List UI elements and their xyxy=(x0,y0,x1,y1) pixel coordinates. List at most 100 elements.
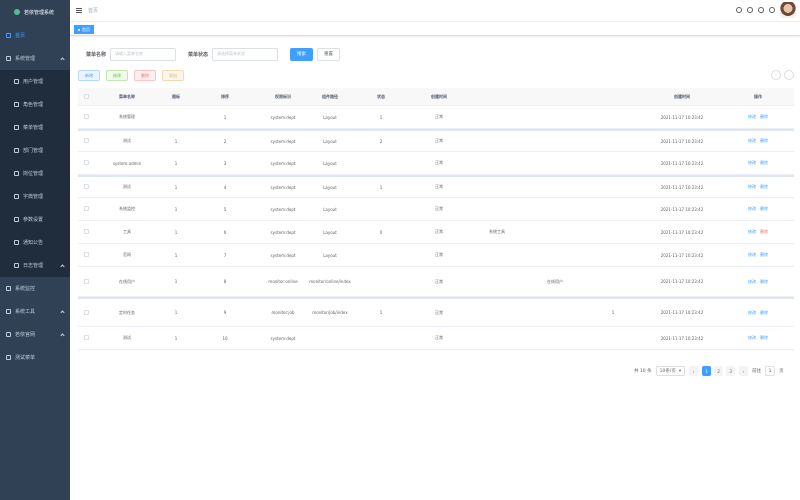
sidebar-item[interactable]: 部门管理 xyxy=(0,139,70,162)
row-edit-button[interactable]: 修改 xyxy=(748,206,756,211)
sidebar-item[interactable]: 系统监控 xyxy=(0,277,70,300)
edit-button[interactable]: 修改 xyxy=(106,70,128,81)
row-edit-button[interactable]: 修改 xyxy=(748,138,756,143)
cell-icon: 1 xyxy=(174,310,178,315)
row-checkbox[interactable] xyxy=(83,114,89,119)
row-checkbox[interactable] xyxy=(83,206,89,211)
hamburger-icon[interactable] xyxy=(76,8,82,13)
table-row[interactable]: 定时任务 1 9 monitor:job monitor/job/index 1 正常 1 20… xyxy=(78,297,794,327)
github-icon[interactable] xyxy=(747,7,753,13)
cell-c7: 正常 xyxy=(435,138,443,143)
table-row[interactable]: 测试 1 2 system:dept Layout 2 正常 2021-11-17 10:23… xyxy=(78,129,794,152)
sidebar-item[interactable]: 参数设置 xyxy=(0,208,70,231)
jump-input[interactable]: 1 xyxy=(765,366,776,376)
question-icon[interactable] xyxy=(758,7,764,13)
cell-order: 8 xyxy=(223,279,227,284)
prev-page-button[interactable]: ‹ xyxy=(689,366,699,376)
toggle-search-icon[interactable] xyxy=(771,70,781,80)
row-checkbox[interactable] xyxy=(83,138,89,143)
row-delete-button[interactable]: 删除 xyxy=(760,229,768,234)
guide-icon xyxy=(6,332,11,337)
sidebar-item[interactable]: 用户管理 xyxy=(0,70,70,93)
sidebar-item[interactable]: 若依官网 xyxy=(0,323,70,346)
table-row[interactable]: 工具 1 6 system:dept Layout 0 正常 系统工具 2021-11-17 1… xyxy=(78,221,794,244)
menu-name-input[interactable]: 请输入菜单名称 xyxy=(110,47,177,61)
table-row[interactable]: 测试 1 4 system:dept Layout 1 正常 2021-11-17 10:23… xyxy=(78,175,794,198)
export-button[interactable]: 导出 xyxy=(162,70,184,81)
row-checkbox[interactable] xyxy=(83,278,89,284)
row-checkbox[interactable] xyxy=(83,335,89,340)
page-button[interactable]: 3 xyxy=(726,366,736,376)
search-icon[interactable] xyxy=(736,7,742,13)
row-select-cell xyxy=(78,309,94,316)
table-row[interactable]: system:admin 1 3 system:dept Layout 正常 2021-11… xyxy=(78,152,794,175)
sidebar-item[interactable]: 岗位管理 xyxy=(0,162,70,185)
sidebar-item[interactable]: 系统管理 xyxy=(0,47,70,70)
page-size-select[interactable]: 10条/页 ▾ xyxy=(655,366,686,376)
table-row[interactable]: 系统管理 1 system:dept Layout 1 正常 2021-11-17 10:2… xyxy=(78,106,794,129)
next-page-button[interactable]: › xyxy=(739,366,749,376)
row-edit-button[interactable]: 修改 xyxy=(748,335,756,340)
sidebar-item[interactable]: 字典管理 xyxy=(0,185,70,208)
row-actions: 修改 删除 xyxy=(722,229,794,235)
row-actions: 修改 删除 xyxy=(722,114,794,120)
tag-home[interactable]: 首页 xyxy=(74,25,94,34)
add-button[interactable]: 新增 xyxy=(78,70,100,81)
avatar[interactable] xyxy=(780,2,796,18)
cell-c10: 1 xyxy=(611,310,615,315)
tree-icon xyxy=(14,125,19,130)
table-row[interactable]: 测试 1 10 system:dept 正常 2021-11-17 10:23:42 修改删… xyxy=(78,327,794,350)
row-delete-button[interactable]: 删除 xyxy=(760,138,768,143)
row-edit-button[interactable]: 修改 xyxy=(748,310,756,315)
page-button[interactable]: 2 xyxy=(714,366,724,376)
sidebar-item-label: 用户管理 xyxy=(23,79,44,85)
row-edit-button[interactable]: 修改 xyxy=(748,114,756,119)
delete-button[interactable]: 删除 xyxy=(134,70,156,81)
row-checkbox[interactable] xyxy=(83,309,89,315)
menu-status-select[interactable]: 请选择菜单状态 xyxy=(212,47,279,61)
row-checkbox[interactable] xyxy=(83,184,89,189)
reset-button[interactable]: 重置 xyxy=(317,47,341,61)
table-row[interactable]: 官网 1 7 system:dept Layout 正常 2021-11-17 10:23:… xyxy=(78,244,794,267)
fullscreen-icon[interactable] xyxy=(769,7,775,13)
sidebar-item[interactable]: 通知公告 xyxy=(0,231,70,254)
row-delete-button[interactable]: 删除 xyxy=(760,310,768,315)
column-header[interactable] xyxy=(78,93,94,100)
column-header: 创建时间 xyxy=(674,93,690,99)
row-checkbox[interactable] xyxy=(83,252,89,257)
cell-comp: monitor/job/index xyxy=(312,309,348,315)
row-edit-button[interactable]: 修改 xyxy=(748,229,756,234)
logo[interactable]: 若依管理系统 xyxy=(0,0,70,24)
row-edit-button[interactable]: 修改 xyxy=(748,184,756,189)
row-delete-button[interactable]: 删除 xyxy=(760,184,768,189)
row-delete-button[interactable]: 删除 xyxy=(760,160,768,165)
select-all-checkbox[interactable] xyxy=(83,93,89,99)
row-delete-button[interactable]: 删除 xyxy=(760,114,768,119)
cell-time: 2021-11-17 10:23:42 xyxy=(660,252,704,258)
row-edit-button[interactable]: 修改 xyxy=(748,160,756,165)
row-checkbox[interactable] xyxy=(83,160,89,165)
breadcrumb[interactable]: 首页 xyxy=(88,7,98,14)
sidebar-item[interactable]: 菜单管理 xyxy=(0,116,70,139)
row-edit-button[interactable]: 修改 xyxy=(748,252,756,257)
row-delete-button[interactable]: 删除 xyxy=(760,206,768,211)
row-checkbox[interactable] xyxy=(83,229,89,234)
sidebar-item[interactable]: 首页 xyxy=(0,24,70,47)
refresh-icon[interactable] xyxy=(784,70,794,80)
page-list: 123 xyxy=(702,366,736,376)
page-button[interactable]: 1 xyxy=(702,366,712,376)
row-edit-button[interactable]: 修改 xyxy=(748,279,756,284)
cell-time: 2021-11-17 10:23:42 xyxy=(660,335,704,341)
sidebar-item[interactable]: 系统工具 xyxy=(0,300,70,323)
sidebar-item[interactable]: 测试菜单 xyxy=(0,346,70,369)
sidebar-item[interactable]: 日志管理 xyxy=(0,254,70,277)
row-actions: 修改 删除 xyxy=(722,160,794,166)
search-button[interactable]: 搜索 xyxy=(290,47,314,61)
row-delete-button[interactable]: 删除 xyxy=(760,252,768,257)
row-delete-button[interactable]: 删除 xyxy=(760,335,768,340)
table-row[interactable]: 系统监控 1 5 system:dept Layout 正常 2021-11-17 10:2… xyxy=(78,198,794,221)
row-delete-button[interactable]: 删除 xyxy=(760,279,768,284)
user-icon xyxy=(14,79,19,84)
sidebar-item[interactable]: 角色管理 xyxy=(0,93,70,116)
table-row[interactable]: 在线用户 1 8 monitor:online monitor/online/index… xyxy=(78,267,794,297)
